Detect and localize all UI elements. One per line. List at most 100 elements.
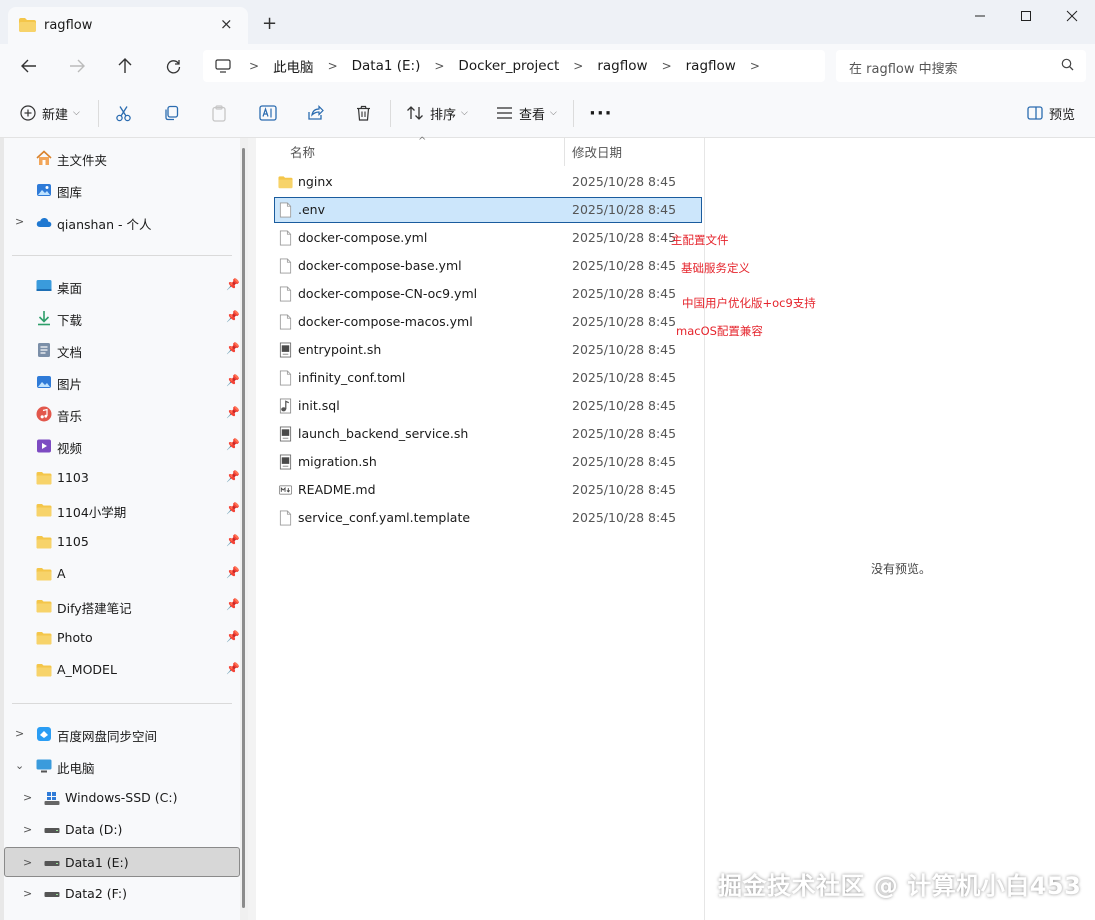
rename-button[interactable] [259,102,277,124]
back-button[interactable] [17,55,41,77]
minimize-button[interactable] [957,0,1003,32]
pin-icon[interactable]: 📌 [226,406,240,419]
chevron-right-icon[interactable]: > [23,823,32,836]
sidebar-item-label: A [57,566,66,581]
sidebar-item-downloads[interactable]: 下载 📌 [4,303,240,333]
forward-button[interactable] [65,55,89,77]
pin-icon[interactable]: 📌 [226,534,240,547]
column-divider[interactable] [564,138,565,166]
column-header-name[interactable]: 名称 [290,142,315,161]
more-options-button[interactable]: ··· [589,102,613,124]
sidebar-item-baidu-sync[interactable]: > 百度网盘同步空间 [4,719,240,749]
pin-icon[interactable]: 📌 [226,502,240,515]
file-row-nginx[interactable]: nginx 2025/10/28 8:45 [274,169,702,195]
computer-icon [215,59,231,73]
sidebar-item-desktop[interactable]: 桌面 📌 [4,271,240,301]
file-row-docker-compose-cn[interactable]: docker-compose-CN-oc9.yml 2025/10/28 8:4… [274,281,702,307]
chevron-right-icon[interactable]: > [23,791,32,804]
pin-icon[interactable]: 📌 [226,470,240,483]
cut-button[interactable] [115,102,132,124]
sort-button[interactable]: 排序 ⌵ [406,102,468,124]
file-row-docker-compose-macos[interactable]: docker-compose-macos.yml 2025/10/28 8:45 [274,309,702,335]
chevron-right-icon[interactable]: > [434,59,444,73]
markdown-file-icon [278,485,293,495]
chevron-right-icon[interactable]: > [662,59,672,73]
sidebar-scrollbar[interactable] [240,138,248,920]
breadcrumb-docker-project[interactable]: Docker_project [458,58,559,74]
new-tab-button[interactable]: + [262,13,277,34]
sidebar-item-1105[interactable]: 1105 📌 [4,527,240,557]
pin-icon[interactable]: 📌 [226,374,240,387]
new-button[interactable]: 新建 ⌵ [20,102,80,124]
chevron-right-icon[interactable]: > [573,59,583,73]
pin-icon[interactable]: 📌 [226,566,240,579]
chevron-right-icon[interactable]: > [15,215,24,228]
delete-button[interactable] [356,102,371,124]
pin-icon[interactable]: 📌 [226,342,240,355]
sidebar-item-a[interactable]: A 📌 [4,559,240,589]
address-bar[interactable]: > 此电脑 > Data1 (E:) > Docker_project > ra… [203,50,825,82]
sidebar-item-this-pc[interactable]: ⌄ 此电脑 [4,751,240,781]
file-row-env[interactable]: .env 2025/10/28 8:45 [274,197,702,223]
sidebar-item-drive-c[interactable]: > Windows-SSD (C:) [4,783,240,813]
tab-ragflow[interactable]: ragflow × [8,7,248,44]
chevron-right-icon[interactable]: > [23,856,32,869]
pin-icon[interactable]: 📌 [226,278,240,291]
paste-button[interactable] [211,102,227,124]
file-row-init-sql[interactable]: init.sql 2025/10/28 8:45 [274,393,702,419]
file-date: 2025/10/28 8:45 [572,258,677,273]
up-button[interactable] [113,55,137,77]
sidebar-item-music[interactable]: 音乐 📌 [4,399,240,429]
breadcrumb-data1[interactable]: Data1 (E:) [352,58,421,74]
sidebar-item-home[interactable]: 主文件夹 [4,143,240,173]
chevron-right-icon[interactable]: > [15,727,24,740]
sidebar-item-documents[interactable]: 文档 📌 [4,335,240,365]
refresh-button[interactable] [161,55,185,77]
file-row-infinity-conf[interactable]: infinity_conf.toml 2025/10/28 8:45 [274,365,702,391]
annotation-main-config: 主配置文件 [671,233,729,247]
folder-icon [36,472,52,485]
sidebar-item-1104[interactable]: 1104小学期 📌 [4,495,240,525]
sidebar-item-photo[interactable]: Photo 📌 [4,623,240,653]
pin-icon[interactable]: 📌 [226,630,240,643]
close-tab-icon[interactable]: × [220,15,233,33]
file-row-entrypoint[interactable]: entrypoint.sh 2025/10/28 8:45 [274,337,702,363]
sidebar-item-pictures[interactable]: 图片 📌 [4,367,240,397]
copy-button[interactable] [163,102,179,124]
pin-icon[interactable]: 📌 [226,310,240,323]
file-row-service-conf[interactable]: service_conf.yaml.template 2025/10/28 8:… [274,505,702,531]
sidebar-item-drive-f[interactable]: > Data2 (F:) [4,879,240,909]
sidebar-item-onedrive[interactable]: > qianshan - 个人 [4,207,240,237]
preview-pane-button[interactable]: 预览 [1027,102,1075,124]
file-row-migration[interactable]: migration.sh 2025/10/28 8:45 [274,449,702,475]
breadcrumb-ragflow[interactable]: ragflow [597,58,647,74]
sidebar-item-1103[interactable]: 1103 📌 [4,463,240,493]
view-button[interactable]: 查看 ⌵ [496,102,557,124]
maximize-button[interactable] [1003,0,1049,32]
breadcrumb-ragflow-current[interactable]: ragflow [686,58,736,74]
chevron-right-icon[interactable]: > [249,59,259,73]
search-input[interactable]: 在 ragflow 中搜索 [836,50,1086,82]
scrollbar-thumb[interactable] [242,148,245,908]
close-window-button[interactable] [1049,0,1095,32]
sidebar-item-drive-e[interactable]: > Data1 (E:) [4,847,240,877]
sidebar-item-drive-d[interactable]: > Data (D:) [4,815,240,845]
chevron-down-icon[interactable]: ⌄ [15,759,24,772]
column-header-date[interactable]: 修改日期 [572,142,622,161]
chevron-right-icon[interactable]: > [23,887,32,900]
file-row-readme[interactable]: README.md 2025/10/28 8:45 [274,477,702,503]
file-row-launch-backend[interactable]: launch_backend_service.sh 2025/10/28 8:4… [274,421,702,447]
breadcrumb-this-pc[interactable]: 此电脑 [273,56,314,76]
chevron-right-icon[interactable]: > [750,59,760,73]
sidebar-item-dify[interactable]: Dify搭建笔记 📌 [4,591,240,621]
pin-icon[interactable]: 📌 [226,662,240,675]
sidebar-item-gallery[interactable]: 图库 [4,175,240,205]
sidebar-item-a-model[interactable]: A_MODEL 📌 [4,655,240,685]
pin-icon[interactable]: 📌 [226,438,240,451]
file-row-docker-compose-base[interactable]: docker-compose-base.yml 2025/10/28 8:45 [274,253,702,279]
file-row-docker-compose[interactable]: docker-compose.yml 2025/10/28 8:45 [274,225,702,251]
chevron-right-icon[interactable]: > [328,59,338,73]
pin-icon[interactable]: 📌 [226,598,240,611]
sidebar-item-videos[interactable]: 视频 📌 [4,431,240,461]
share-button[interactable] [307,102,324,124]
